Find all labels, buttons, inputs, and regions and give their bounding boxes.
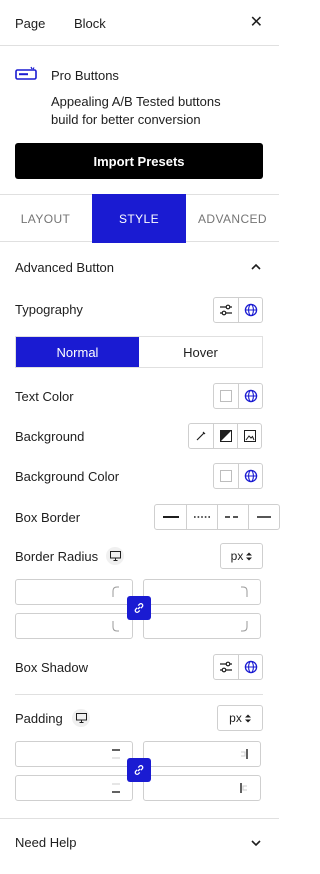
globe-icon — [244, 469, 257, 483]
dashed-line-icon — [225, 516, 241, 518]
unit-value: px — [229, 711, 242, 725]
border-radius-label: Border Radius — [15, 549, 99, 564]
box-shadow-global-button[interactable] — [238, 655, 262, 679]
panel-tabs: LAYOUT STYLE ADVANCED — [0, 194, 279, 243]
line-icon — [257, 516, 271, 518]
border-radius-unit-select[interactable]: px — [220, 543, 263, 569]
button-block-icon — [15, 66, 37, 80]
link-icon — [134, 765, 144, 775]
radius-bottom-left-input[interactable] — [15, 613, 133, 639]
side-right-icon — [241, 749, 248, 759]
padding-bottom-input[interactable] — [15, 775, 133, 801]
padding-unit-select[interactable]: px — [217, 705, 263, 731]
empty-swatch-icon — [220, 390, 232, 402]
background-label: Background — [15, 429, 85, 444]
background-type-controls — [188, 423, 262, 449]
typography-settings-button[interactable] — [214, 298, 238, 322]
monitor-icon — [109, 551, 121, 561]
corner-bottom-right-icon — [241, 621, 248, 632]
side-top-icon — [112, 749, 120, 759]
section-divider — [15, 694, 263, 695]
import-presets-button[interactable]: Import Presets — [15, 143, 263, 179]
background-color-swatch[interactable] — [214, 464, 238, 488]
border-dashed-button[interactable] — [217, 505, 248, 529]
need-help-panel-toggle[interactable]: Need Help — [15, 835, 76, 850]
typography-label: Typography — [15, 302, 83, 317]
unit-value: px — [230, 549, 244, 563]
brush-icon — [196, 431, 206, 441]
text-color-label: Text Color — [15, 389, 74, 404]
background-classic-button[interactable] — [189, 424, 213, 448]
panel-divider — [0, 818, 279, 819]
responsive-device-button[interactable] — [106, 547, 124, 565]
border-dotted-button[interactable] — [186, 505, 217, 529]
text-color-swatch[interactable] — [214, 384, 238, 408]
box-shadow-settings-button[interactable] — [214, 655, 238, 679]
border-double-button[interactable] — [248, 505, 279, 529]
typography-global-button[interactable] — [238, 298, 262, 322]
updown-icon — [244, 714, 251, 722]
monitor-icon — [75, 713, 87, 723]
background-color-label: Background Color — [15, 469, 120, 484]
image-icon — [243, 430, 256, 442]
padding-top-input[interactable] — [15, 741, 133, 767]
link-icon — [134, 603, 144, 613]
padding-left-input[interactable] — [143, 775, 261, 801]
side-bottom-icon — [112, 783, 120, 793]
typography-controls — [213, 297, 263, 323]
chevron-down-icon[interactable] — [251, 838, 261, 848]
text-color-global-button[interactable] — [238, 384, 262, 408]
sliders-icon — [220, 661, 232, 673]
tab-page[interactable]: Page — [15, 16, 45, 31]
border-style-controls — [154, 504, 280, 530]
corner-bottom-left-icon — [112, 621, 119, 632]
globe-icon — [244, 660, 257, 674]
responsive-device-button[interactable] — [72, 709, 90, 727]
close-icon[interactable]: ✕ — [250, 12, 263, 32]
normal-state-button[interactable]: Normal — [16, 337, 139, 367]
box-shadow-label: Box Shadow — [15, 660, 88, 675]
padding-right-input[interactable] — [143, 741, 261, 767]
sidebar-top-tabs: Page Block ✕ — [0, 0, 279, 46]
solid-line-icon — [162, 516, 179, 518]
globe-icon — [244, 389, 257, 403]
radius-top-left-input[interactable] — [15, 579, 133, 605]
chevron-up-icon[interactable] — [251, 262, 261, 272]
tab-advanced[interactable]: ADVANCED — [186, 195, 279, 242]
radius-top-right-input[interactable] — [143, 579, 261, 605]
radius-bottom-right-input[interactable] — [143, 613, 261, 639]
border-solid-button[interactable] — [155, 505, 186, 529]
side-left-icon — [240, 783, 247, 793]
sliders-icon — [220, 304, 232, 316]
background-color-global-button[interactable] — [238, 464, 262, 488]
box-border-label: Box Border — [15, 510, 81, 525]
block-description: Appealing A/B Tested buttons build for b… — [51, 94, 221, 127]
background-image-button[interactable] — [237, 424, 261, 448]
block-title: Pro Buttons — [51, 68, 119, 83]
section-title[interactable]: Advanced Button — [15, 260, 114, 275]
empty-swatch-icon — [220, 470, 232, 482]
box-shadow-controls — [213, 654, 263, 680]
background-gradient-button[interactable] — [213, 424, 237, 448]
padding-label: Padding — [15, 711, 63, 726]
tab-block[interactable]: Block — [74, 16, 106, 31]
gradient-icon — [219, 430, 232, 442]
background-color-controls — [213, 463, 263, 489]
text-color-controls — [213, 383, 263, 409]
radius-link-button[interactable] — [127, 596, 151, 620]
updown-icon — [246, 552, 253, 560]
corner-top-right-icon — [241, 586, 248, 597]
tab-layout[interactable]: LAYOUT — [0, 195, 91, 242]
corner-top-left-icon — [112, 586, 119, 597]
state-toggle: Normal Hover — [15, 336, 263, 368]
dotted-line-icon — [194, 516, 210, 518]
globe-icon — [244, 303, 257, 317]
hover-state-button[interactable]: Hover — [139, 337, 262, 367]
padding-link-button[interactable] — [127, 758, 151, 782]
tab-style[interactable]: STYLE — [92, 194, 186, 243]
